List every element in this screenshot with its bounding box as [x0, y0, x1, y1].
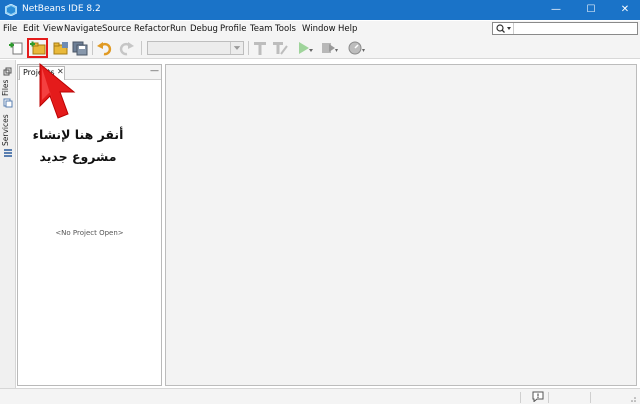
- services-icon[interactable]: [3, 148, 13, 158]
- toolbar-separator: [141, 41, 142, 55]
- services-tab[interactable]: Services: [1, 114, 10, 146]
- menu-source[interactable]: Source: [102, 24, 131, 34]
- search-icon[interactable]: [494, 23, 514, 34]
- maximize-button[interactable]: ☐: [576, 0, 606, 20]
- menu-refactor[interactable]: Refactor: [134, 24, 170, 34]
- status-separator: [548, 392, 549, 403]
- menu-edit[interactable]: Edit: [23, 24, 39, 34]
- annotation-line-2: مشروع جديد: [39, 149, 117, 164]
- files-tab[interactable]: Files: [1, 80, 10, 96]
- new-file-icon[interactable]: [7, 40, 25, 56]
- undo-icon[interactable]: [96, 40, 114, 56]
- toolbar-separator: [248, 41, 249, 55]
- annotation-text: أنقر هنا لإنشاء مشروع جديد: [16, 124, 140, 168]
- open-project-icon[interactable]: [52, 40, 70, 56]
- menu-file[interactable]: File: [3, 24, 17, 34]
- status-separator: [590, 392, 591, 403]
- new-project-highlight: [27, 38, 48, 58]
- build-icon[interactable]: [251, 40, 269, 56]
- notifications-icon[interactable]: [532, 391, 544, 402]
- status-bar: [0, 388, 640, 404]
- annotation-line-1: أنقر هنا لإنشاء: [32, 127, 124, 142]
- main-toolbar: [0, 37, 640, 59]
- status-separator: [520, 392, 521, 403]
- no-project-message: <No Project Open>: [55, 229, 124, 237]
- menu-navigate[interactable]: Navigate: [64, 24, 102, 34]
- toolbar-separator: [92, 41, 93, 55]
- restore-window-icon[interactable]: [3, 67, 12, 76]
- minimize-panel-icon[interactable]: —: [150, 66, 159, 76]
- menu-help[interactable]: Help: [338, 24, 357, 34]
- menu-debug[interactable]: Debug: [190, 24, 218, 34]
- side-tab-strip: Files Services: [0, 60, 16, 390]
- chevron-down-icon[interactable]: [230, 42, 243, 54]
- minimize-button[interactable]: —: [541, 0, 571, 20]
- annotation-arrow-icon: [39, 62, 76, 119]
- debug-icon[interactable]: [320, 40, 338, 56]
- close-button[interactable]: ✕: [610, 0, 640, 20]
- quick-search-input[interactable]: [492, 22, 638, 35]
- menu-profile[interactable]: Profile: [220, 24, 246, 34]
- menu-view[interactable]: View: [43, 24, 63, 34]
- files-icon[interactable]: [3, 98, 13, 108]
- menu-team[interactable]: Team: [250, 24, 272, 34]
- clean-build-icon[interactable]: [271, 40, 289, 56]
- configuration-combo[interactable]: [147, 41, 244, 55]
- title-bar: NetBeans IDE 8.2 — ☐ ✕: [0, 0, 640, 20]
- editor-area[interactable]: [165, 64, 637, 386]
- redo-icon[interactable]: [117, 40, 135, 56]
- profile-icon[interactable]: [347, 40, 365, 56]
- run-icon[interactable]: [295, 40, 313, 56]
- menu-tools[interactable]: Tools: [275, 24, 296, 34]
- netbeans-logo-icon: [5, 4, 17, 16]
- window-title: NetBeans IDE 8.2: [22, 4, 101, 14]
- resize-grip-icon[interactable]: [628, 394, 637, 403]
- menu-run[interactable]: Run: [170, 24, 186, 34]
- menu-window[interactable]: Window: [302, 24, 336, 34]
- save-all-icon[interactable]: [71, 40, 89, 56]
